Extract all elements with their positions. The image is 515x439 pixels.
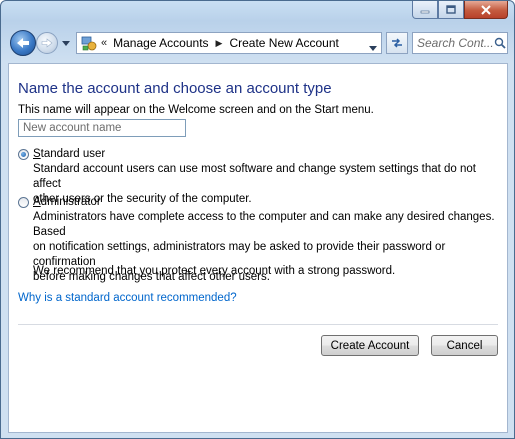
create-account-button[interactable]: Create Account [321,335,419,356]
control-panel-icon [81,35,97,51]
minimize-button[interactable] [412,1,438,19]
divider [18,324,498,325]
navigation-bar: « Manage Accounts ▶ Create New Account [8,29,508,57]
administrator-radio[interactable] [18,196,29,208]
standard-account-help-link[interactable]: Why is a standard account recommended? [18,292,237,304]
standard-user-description: Standard account users can use most soft… [33,163,477,205]
standard-user-label[interactable]: Standard user [33,148,105,160]
refresh-icon [392,38,402,48]
page-title: Name the account and choose an account t… [18,80,332,97]
address-dropdown-button[interactable] [369,40,377,54]
name-description: This name will appear on the Welcome scr… [18,104,374,116]
minimize-icon [420,10,430,13]
maximize-icon [446,5,456,14]
search-input[interactable] [413,36,493,50]
breadcrumb-create-new-account[interactable]: Create New Account [227,36,340,50]
caption-buttons [412,1,508,19]
standard-user-option[interactable]: Standard user [18,148,105,160]
account-name-input[interactable] [18,119,186,137]
close-icon [481,4,491,15]
chevron-down-icon [369,46,377,51]
maximize-button[interactable] [438,1,464,19]
password-recommendation: We recommend that you protect every acco… [33,265,396,277]
address-bar[interactable]: « Manage Accounts ▶ Create New Account [76,32,382,54]
recent-pages-button[interactable] [61,38,71,48]
administrator-label[interactable]: Administrator [33,196,101,208]
close-button[interactable] [464,1,508,19]
radio-selected-dot [21,151,26,157]
standard-user-radio[interactable] [18,148,29,160]
administrator-option[interactable]: Administrator [18,196,101,208]
back-arrow-icon [17,38,29,48]
back-button[interactable] [10,30,36,56]
window: « Manage Accounts ▶ Create New Account N… [0,0,515,439]
breadcrumb-arrow-icon[interactable]: ▶ [216,38,223,49]
breadcrumb-manage-accounts[interactable]: Manage Accounts [111,36,210,50]
search-box [412,32,508,54]
forward-arrow-icon [41,38,53,48]
search-icon[interactable] [493,36,507,50]
content-panel: Name the account and choose an account t… [8,63,508,433]
forward-button[interactable] [36,32,58,54]
cancel-button[interactable]: Cancel [431,335,498,356]
breadcrumb-overflow[interactable]: « [101,37,107,49]
chevron-down-icon [62,40,70,46]
refresh-button[interactable] [386,32,408,54]
